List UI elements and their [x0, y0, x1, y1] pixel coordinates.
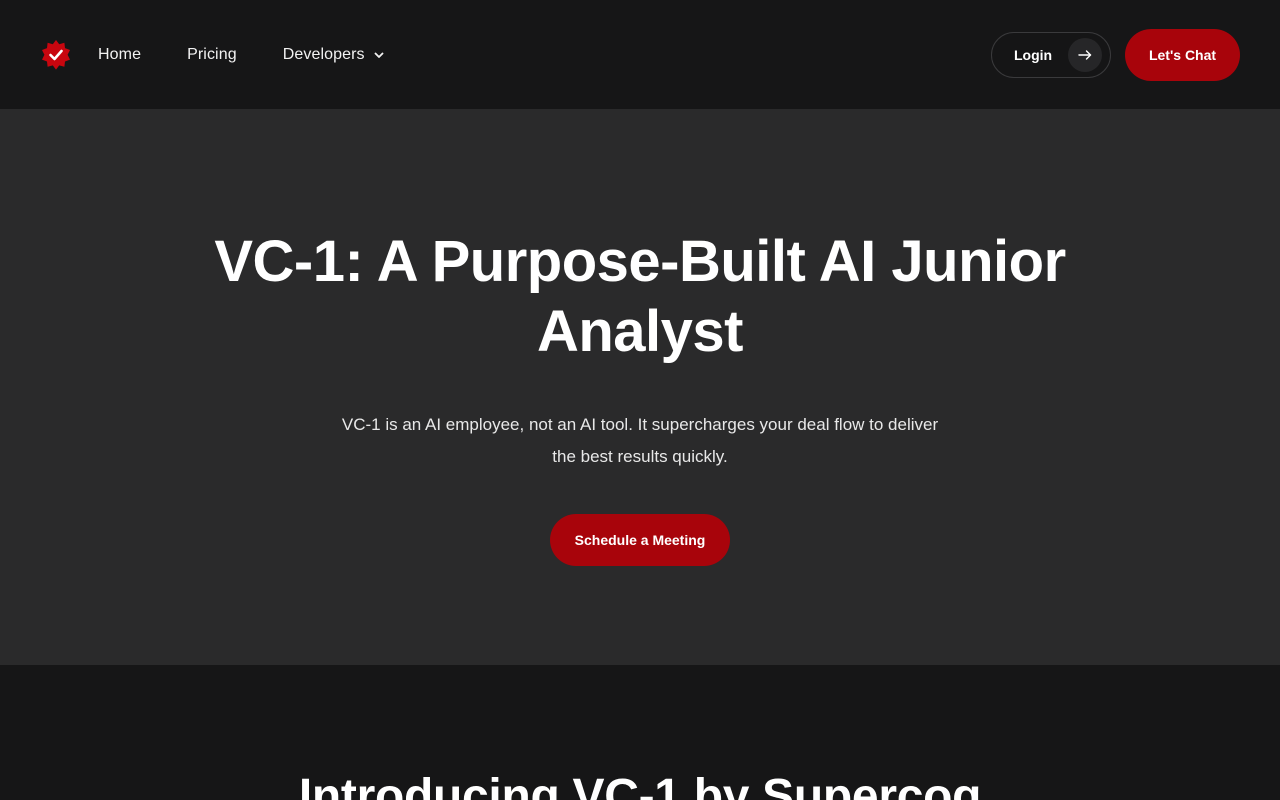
intro-heading: Introducing VC-1 by Supercog [298, 770, 982, 800]
login-button[interactable]: Login [991, 31, 1111, 78]
intro-section: Introducing VC-1 by Supercog [0, 665, 1280, 800]
top-navbar: Home Pricing Developers Login Let's Chat [0, 0, 1280, 109]
login-button-label: Login [1014, 46, 1053, 63]
lets-chat-button[interactable]: Let's Chat [1125, 28, 1240, 81]
chevron-down-icon [373, 49, 385, 61]
nav-link-home-label: Home [98, 45, 142, 63]
hero-title: VC-1: A Purpose-Built AI Junior Analyst [214, 229, 1066, 364]
schedule-meeting-button-label: Schedule a Meeting [574, 532, 706, 548]
logo-badge-check-icon[interactable] [40, 39, 72, 71]
nav-link-pricing[interactable]: Pricing [187, 46, 237, 64]
nav-actions: Login Let's Chat [991, 28, 1240, 81]
hero-subtitle: VC-1 is an AI employee, not an AI tool. … [341, 415, 939, 466]
lets-chat-button-label: Let's Chat [1148, 46, 1217, 63]
main-nav: Home Pricing Developers [98, 46, 431, 64]
nav-link-developers[interactable]: Developers [283, 46, 385, 64]
schedule-meeting-button[interactable]: Schedule a Meeting [550, 514, 730, 566]
arrow-right-icon [1068, 37, 1102, 72]
nav-link-developers-label: Developers [282, 45, 365, 63]
hero-section: VC-1: A Purpose-Built AI Junior Analyst … [0, 109, 1280, 665]
nav-link-home[interactable]: Home [98, 46, 141, 64]
nav-link-pricing-label: Pricing [187, 45, 237, 63]
